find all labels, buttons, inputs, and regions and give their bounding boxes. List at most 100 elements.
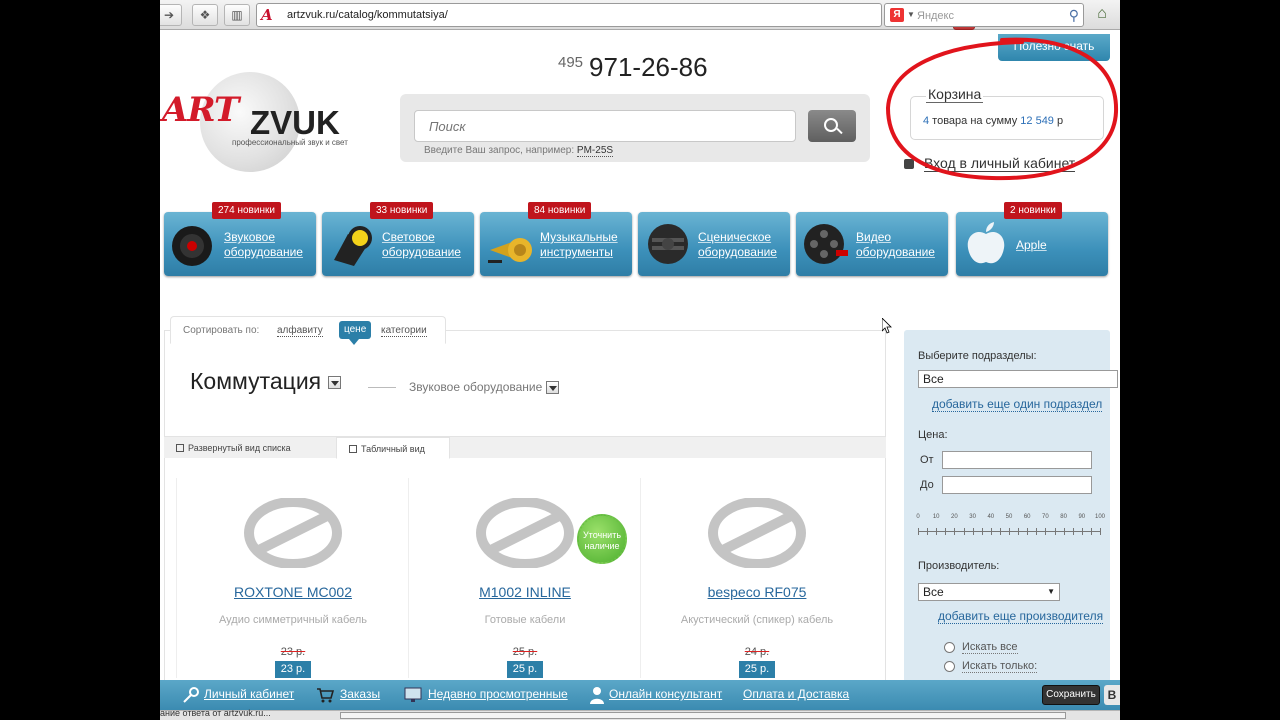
site-favicon-icon: A bbox=[261, 6, 273, 24]
add-subsection-link[interactable]: добавить еще один подраздел bbox=[932, 397, 1103, 412]
consultant-icon bbox=[590, 687, 604, 704]
vk-button[interactable]: В bbox=[1104, 685, 1120, 705]
helpful-info-tab[interactable]: Полезно знать bbox=[998, 34, 1110, 61]
chevron-down-icon: ▼ bbox=[1047, 587, 1055, 596]
category-video[interactable]: Видео оборудование bbox=[796, 212, 948, 276]
view-switcher: Развернутый вид списка Табличный вид bbox=[164, 436, 886, 459]
home-icon[interactable]: ⌂ bbox=[1090, 4, 1114, 26]
browser-search-input[interactable]: Я ▼ Яндекс ⚲ bbox=[884, 3, 1084, 27]
price-from-input[interactable] bbox=[942, 451, 1092, 469]
logo-art-text: ART bbox=[162, 90, 239, 130]
old-price: 25 р. bbox=[512, 646, 538, 658]
browser-toolbar: ➔ ❖ ▥ A artzvuk.ru/catalog/kommutatsiya/… bbox=[160, 0, 1120, 30]
sort-by-category[interactable]: категории bbox=[381, 325, 427, 337]
login-link[interactable]: Вход в личный кабинет bbox=[904, 155, 1076, 172]
radio-search-only[interactable] bbox=[944, 661, 955, 672]
price-badge: 25 р. bbox=[507, 661, 543, 678]
category-instruments[interactable]: Музыкальные инструменты 84 новинки bbox=[480, 202, 632, 276]
chevron-down-icon[interactable] bbox=[327, 376, 341, 390]
url-text: artzvuk.ru/catalog/kommutatsiya/ bbox=[287, 9, 448, 21]
scale-tick-label: 40 bbox=[987, 514, 995, 520]
trumpet-icon bbox=[488, 238, 532, 263]
scale-tick-label: 70 bbox=[1042, 514, 1049, 520]
category-sound[interactable]: Звуковое оборудование 274 новинки bbox=[164, 202, 316, 276]
scale-tick-mark bbox=[918, 528, 919, 535]
tab-list-view[interactable]: Развернутый вид списка bbox=[164, 437, 328, 459]
product-name-link[interactable]: ROXTONE MC002 bbox=[177, 584, 409, 600]
cabinet-link[interactable]: Личный кабинет bbox=[204, 687, 294, 701]
site-search-panel: Введите Ваш запрос, например: PM-25S bbox=[400, 94, 870, 162]
scale-tick-label: 100 bbox=[1094, 514, 1106, 520]
cart-summary: 4 товара на сумму 12 549 р bbox=[923, 115, 1064, 127]
scale-tick-mark bbox=[981, 528, 983, 535]
product-card: ROXTONE MC002 Аудио симметричный кабель … bbox=[176, 478, 408, 678]
yandex-logo-icon: Я bbox=[890, 8, 904, 22]
category-apple[interactable]: Apple 2 новинки bbox=[956, 202, 1108, 276]
new-items-badge: 274 новинки bbox=[212, 202, 281, 219]
chevron-down-icon[interactable] bbox=[545, 381, 559, 395]
radio-search-all[interactable] bbox=[944, 642, 955, 653]
scale-tick-mark bbox=[1072, 528, 1074, 535]
scale-tick-label: 80 bbox=[1060, 514, 1067, 520]
consultant-link[interactable]: Онлайн консультант bbox=[609, 687, 722, 701]
price-to-input[interactable] bbox=[942, 476, 1092, 494]
scale-tick-mark bbox=[1100, 528, 1101, 535]
product-description: Аудио симметричный кабель bbox=[218, 614, 368, 626]
tab-table-view[interactable]: Табличный вид bbox=[336, 437, 450, 459]
sort-by-price[interactable]: цене bbox=[339, 321, 372, 345]
radio-search-all-label[interactable]: Искать все bbox=[962, 641, 1018, 654]
filter-panel: Выберите подразделы: Все добавить еще од… bbox=[904, 330, 1118, 710]
search-icon bbox=[824, 118, 838, 132]
subsection-select[interactable]: Все bbox=[918, 370, 1118, 388]
film-reel-icon bbox=[804, 224, 848, 264]
status-bar: ание ответа от artzvuk.ru... bbox=[160, 708, 1120, 720]
site-search-button[interactable] bbox=[808, 110, 856, 142]
scale-tick-mark bbox=[1090, 528, 1092, 535]
chevron-down-icon[interactable]: ▼ bbox=[907, 10, 915, 19]
category-stage[interactable]: Сценическое оборудование bbox=[638, 212, 790, 276]
scale-tick-mark bbox=[936, 528, 938, 535]
site-logo[interactable]: ART ZVUK профессиональный звук и свет bbox=[162, 66, 372, 176]
price-from-label: От bbox=[920, 454, 934, 466]
url-bar[interactable]: A artzvuk.ru/catalog/kommutatsiya/ ☆ En … bbox=[256, 3, 975, 30]
spotlight-icon bbox=[334, 226, 372, 266]
scale-tick-mark bbox=[1081, 528, 1083, 535]
site-search-input[interactable] bbox=[414, 110, 796, 142]
product-name-link[interactable]: M1002 INLINE bbox=[409, 584, 641, 600]
search-icon[interactable]: ⚲ bbox=[1069, 7, 1079, 24]
forward-arrow-icon[interactable]: ➔ bbox=[160, 4, 182, 26]
breadcrumb[interactable]: Звуковое оборудование bbox=[409, 380, 559, 395]
sort-by-alphabet[interactable]: алфавиту bbox=[277, 325, 323, 337]
subsection-label: Выберите подразделы: bbox=[918, 350, 1037, 362]
mouse-cursor-icon bbox=[882, 318, 892, 334]
search-example-link[interactable]: PM-25S bbox=[576, 145, 614, 157]
scale-tick-mark bbox=[1063, 528, 1065, 535]
breadcrumb-arrow bbox=[368, 387, 396, 388]
addon-icon[interactable]: ❖ bbox=[192, 4, 218, 26]
key-icon bbox=[183, 687, 199, 703]
orders-link[interactable]: Заказы bbox=[340, 687, 380, 701]
radio-search-only-label[interactable]: Искать только: bbox=[962, 660, 1038, 673]
product-name-link[interactable]: bespeco RF075 bbox=[641, 584, 873, 600]
category-light[interactable]: Световое оборудование 33 новинки bbox=[322, 202, 474, 276]
no-image-icon bbox=[476, 498, 574, 568]
scale-tick-mark bbox=[1018, 528, 1020, 535]
recent-link[interactable]: Недавно просмотренные bbox=[428, 687, 568, 701]
scale-tick-mark bbox=[945, 528, 947, 535]
delivery-link[interactable]: Оплата и Доставка bbox=[743, 687, 849, 701]
scale-tick-mark bbox=[1054, 528, 1056, 535]
check-availability-badge[interactable]: Уточнить наличие bbox=[577, 514, 627, 564]
search-placeholder: Яндекс bbox=[917, 10, 954, 22]
save-button[interactable]: Сохранить bbox=[1042, 685, 1100, 705]
maker-label: Производитель: bbox=[918, 560, 1000, 572]
maker-select[interactable]: Все ▼ bbox=[918, 583, 1060, 601]
price-badge: 23 р. bbox=[275, 661, 311, 678]
add-maker-link[interactable]: добавить еще производителя bbox=[938, 609, 1104, 624]
stats-icon[interactable]: ▥ bbox=[224, 4, 250, 26]
cart-title[interactable]: Корзина bbox=[926, 86, 984, 103]
search-hint: Введите Ваш запрос, например: PM-25S bbox=[424, 145, 614, 157]
phone-code: 495 bbox=[558, 54, 584, 71]
browser-window: ➔ ❖ ▥ A artzvuk.ru/catalog/kommutatsiya/… bbox=[160, 0, 1120, 720]
new-items-badge: 84 новинки bbox=[528, 202, 592, 219]
price-slider[interactable]: 0 10 20 30 40 50 60 70 80 90 100 bbox=[916, 514, 1105, 542]
